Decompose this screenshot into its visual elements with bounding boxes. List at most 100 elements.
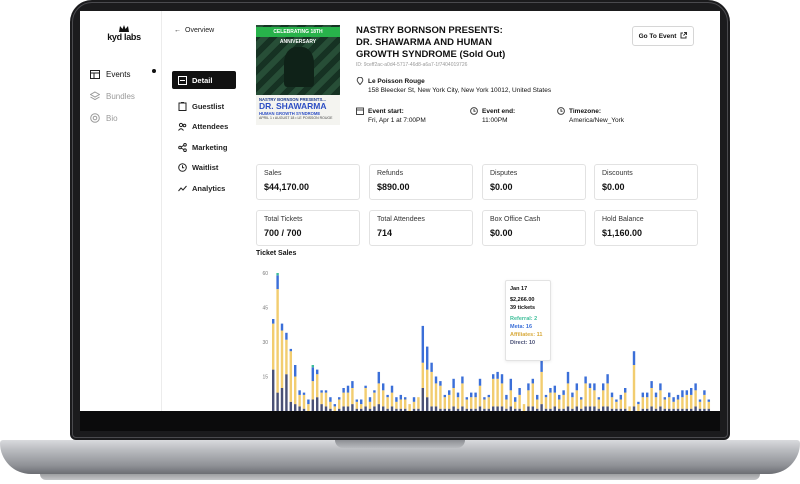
bar-segment[interactable] [632,351,636,365]
bar-segment[interactable] [540,404,543,411]
bar-segment[interactable] [566,383,570,407]
bar-segment[interactable] [408,404,411,411]
subnav-item-attendees[interactable]: Attendees [172,117,236,135]
bar-segment[interactable] [514,397,517,402]
bar-segment[interactable] [615,408,618,411]
bar-segment[interactable] [434,406,438,411]
bar-segment[interactable] [351,381,354,388]
logo[interactable]: kyd labs [104,25,144,42]
bar-segment[interactable] [311,381,315,400]
bar-segment[interactable] [496,378,499,407]
bar-segment[interactable] [474,397,477,409]
bar-segment[interactable] [386,397,389,409]
bar-segment[interactable] [338,408,341,411]
bar-segment[interactable] [421,362,425,388]
bar-segment[interactable] [544,394,548,398]
bar-segment[interactable] [373,406,376,411]
bar-segment[interactable] [531,383,535,407]
bar-segment[interactable] [316,369,319,375]
bar-segment[interactable] [412,401,416,409]
bar-segment[interactable] [487,408,491,411]
ticket-sales-chart[interactable]: 60 45 30 15 [250,261,720,411]
bar-segment[interactable] [694,406,697,411]
bar-segment[interactable] [646,397,649,409]
bar-segment[interactable] [654,408,658,411]
bar-segment[interactable] [698,399,702,402]
bar-segment[interactable] [439,385,442,409]
bar-segment[interactable] [650,388,653,407]
bar-segment[interactable] [346,385,350,393]
bar-segment[interactable] [448,390,451,395]
bar-segment[interactable] [641,392,645,398]
bar-segment[interactable] [580,397,583,400]
bar-segment[interactable] [404,408,407,411]
bar-segment[interactable] [338,397,341,400]
bar-segment[interactable] [390,385,394,393]
bar-segment[interactable] [492,406,495,411]
bar-segment[interactable] [593,406,596,411]
bar-segment[interactable] [492,378,495,407]
bar-segment[interactable] [452,388,455,407]
bar-segment[interactable] [698,401,702,409]
bar-segment[interactable] [632,406,636,411]
bar-segment[interactable] [593,383,596,391]
bar-segment[interactable] [351,404,354,411]
bar-segment[interactable] [562,408,565,411]
bar-segment[interactable] [311,365,315,368]
bar-segment[interactable] [676,399,680,409]
bar-segment[interactable] [549,408,552,411]
subnav-item-analytics[interactable]: Analytics [172,179,236,197]
bar-segment[interactable] [558,408,561,411]
bar-segment[interactable] [663,408,667,411]
bar-segment[interactable] [597,408,601,411]
bar-segment[interactable] [650,406,653,411]
bar-segment[interactable] [584,406,587,411]
bar-segment[interactable] [703,390,706,395]
bar-segment[interactable] [707,408,711,411]
bar-segment[interactable] [690,388,693,395]
bar-segment[interactable] [514,408,517,411]
bar-segment[interactable] [426,346,429,370]
bar-segment[interactable] [509,378,513,391]
bar-segment[interactable] [487,394,491,398]
bar-segment[interactable] [382,406,385,411]
bar-segment[interactable] [514,401,517,409]
bar-segment[interactable] [333,406,337,411]
bar-segment[interactable] [338,399,341,409]
bar-segment[interactable] [276,392,279,411]
bar-segment[interactable] [390,392,394,407]
subnav-item-marketing[interactable]: Marketing [172,138,236,156]
bar-segment[interactable] [386,394,389,398]
bar-segment[interactable] [628,406,631,411]
bar-segment[interactable] [685,408,689,411]
bar-segment[interactable] [536,408,539,411]
bar-segment[interactable] [285,332,288,340]
bar-segment[interactable] [624,388,627,393]
bar-segment[interactable] [272,369,275,411]
bar-segment[interactable] [619,399,623,409]
bar-segment[interactable] [659,390,662,407]
bar-segment[interactable] [395,408,398,411]
bar-segment[interactable] [434,376,438,384]
bar-segment[interactable] [606,383,609,407]
bar-segment[interactable] [465,408,469,411]
bar-segment[interactable] [417,397,420,409]
bar-segment[interactable] [668,397,671,409]
rail-item-events[interactable]: Events [90,66,130,82]
bar-segment[interactable] [360,404,363,409]
bar-segment[interactable] [602,390,605,407]
bar-segment[interactable] [382,383,385,391]
bar-segment[interactable] [703,408,706,411]
bar-segment[interactable] [373,390,376,393]
rail-item-bio[interactable]: Bio [90,110,118,126]
bar-segment[interactable] [518,394,521,409]
bar-segment[interactable] [478,385,482,407]
bar-segment[interactable] [474,408,477,411]
bar-segment[interactable] [575,390,579,407]
bar-segment[interactable] [676,408,680,411]
bar-segment[interactable] [500,374,504,384]
bar-segment[interactable] [646,408,649,411]
bar-segment[interactable] [377,404,381,411]
bar-segment[interactable] [619,394,623,400]
bar-segment[interactable] [395,401,398,409]
